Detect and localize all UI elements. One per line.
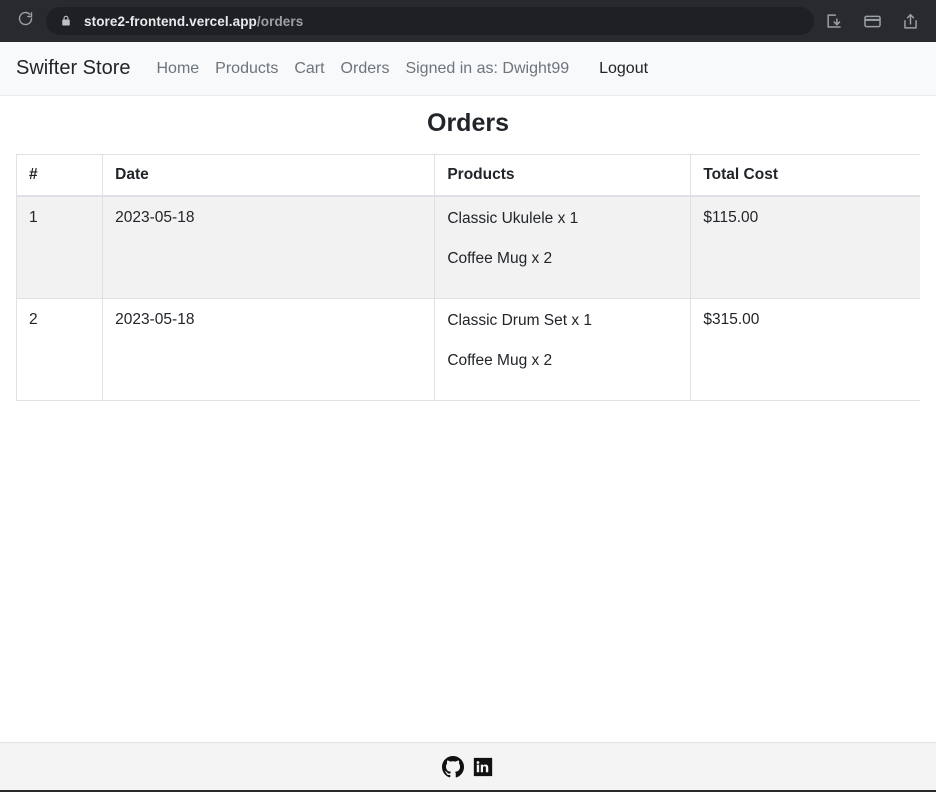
cell-order-number: 2 <box>16 297 104 401</box>
product-line: Classic Drum Set x 1 <box>447 311 593 329</box>
cell-order-total: $115.00 <box>690 195 920 299</box>
logout-button[interactable]: Logout <box>599 60 648 78</box>
column-header-total-cost: Total Cost <box>690 154 920 197</box>
nav-link-home[interactable]: Home <box>156 60 199 78</box>
table-row[interactable]: 1 2023-05-18 Classic Ukulele x 1 Coffee … <box>16 195 920 299</box>
nav-links: Home Products Cart Orders <box>156 60 405 78</box>
site-navbar: Swifter Store Home Products Cart Orders … <box>0 42 936 96</box>
signed-in-label: Signed in as: Dwight99 <box>405 59 570 77</box>
url-path: /orders <box>256 13 304 29</box>
table-head: # Date Products Total Cost <box>16 154 920 197</box>
linkedin-icon[interactable] <box>472 756 494 778</box>
cell-order-products: Classic Drum Set x 1 Coffee Mug x 2 <box>434 297 692 401</box>
table-header-row: # Date Products Total Cost <box>16 154 920 197</box>
cell-order-date: 2023-05-18 <box>102 297 436 401</box>
orders-table-scroller[interactable]: # Date Products Total Cost 1 2023-05-18 … <box>16 154 920 401</box>
column-header-products: Products <box>434 154 692 197</box>
share-icon[interactable] <box>900 11 920 31</box>
cell-order-date: 2023-05-18 <box>102 195 436 299</box>
address-bar[interactable]: store2-frontend.vercel.app/orders <box>46 7 814 35</box>
product-line: Classic Ukulele x 1 <box>447 210 579 227</box>
product-line: Coffee Mug x 2 <box>447 351 553 369</box>
cell-order-products: Classic Ukulele x 1 Coffee Mug x 2 <box>434 195 692 299</box>
github-icon[interactable] <box>442 755 464 778</box>
lock-icon <box>60 14 72 28</box>
wallet-icon[interactable] <box>862 11 882 31</box>
browser-toolbar: store2-frontend.vercel.app/orders <box>0 0 936 42</box>
table-row[interactable]: 2 2023-05-18 Classic Drum Set x 1 Coffee… <box>16 297 920 401</box>
download-icon[interactable] <box>824 11 844 31</box>
url-text: store2-frontend.vercel.app/orders <box>84 14 303 29</box>
reload-icon <box>17 10 34 32</box>
orders-table: # Date Products Total Cost 1 2023-05-18 … <box>16 154 920 401</box>
brand-logo[interactable]: Swifter Store <box>16 57 130 80</box>
reload-button[interactable] <box>10 6 40 36</box>
product-line: Coffee Mug x 2 <box>447 250 553 268</box>
site-footer <box>0 742 936 792</box>
table-body: 1 2023-05-18 Classic Ukulele x 1 Coffee … <box>16 195 920 401</box>
browser-actions <box>824 11 926 31</box>
column-header-date: Date <box>102 154 436 197</box>
column-header-number: # <box>16 154 104 197</box>
url-domain: store2-frontend.vercel.app <box>84 13 257 29</box>
nav-link-orders[interactable]: Orders <box>341 60 390 78</box>
page-content: Orders # Date Products Total Cost 1 2023… <box>0 96 936 741</box>
page-title: Orders <box>427 109 509 137</box>
cell-order-number: 1 <box>16 195 104 299</box>
nav-link-cart[interactable]: Cart <box>294 60 324 78</box>
cell-order-total: $315.00 <box>690 297 920 401</box>
nav-link-products[interactable]: Products <box>215 60 278 78</box>
